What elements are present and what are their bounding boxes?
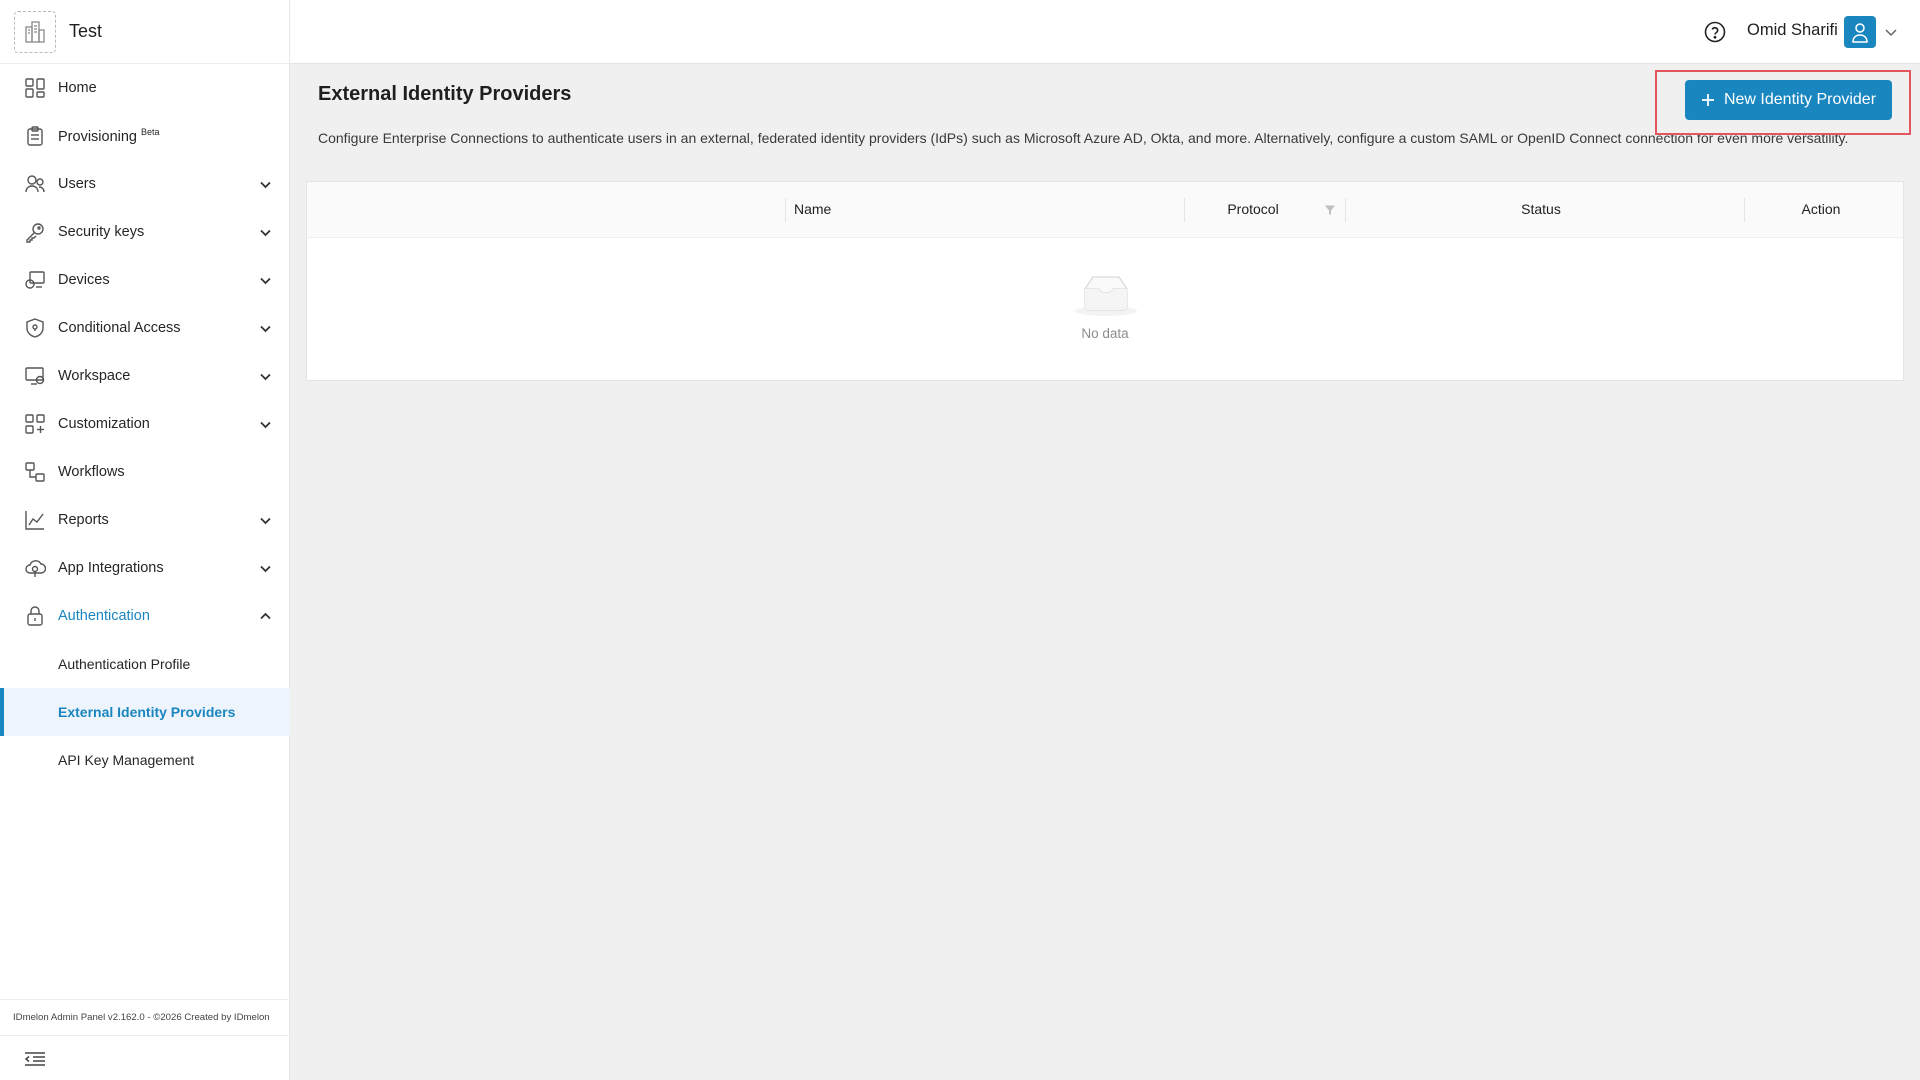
devices-icon (25, 271, 45, 289)
chevron-down-icon (260, 373, 271, 381)
org-header[interactable]: Test (0, 0, 289, 64)
sidebar-item-devices[interactable]: Devices (0, 256, 290, 304)
filter-icon[interactable] (1324, 204, 1336, 216)
sidebar-item-label: Devices (58, 272, 110, 288)
sidebar-footer: IDmelon Admin Panel v2.162.0 - ©2026 Cre… (0, 999, 290, 1035)
sidebar-item-workflows[interactable]: Workflows (0, 448, 290, 496)
users-icon (25, 175, 45, 193)
sidebar-item-label: Customization (58, 416, 150, 432)
sidebar-item-users[interactable]: Users (0, 160, 290, 208)
column-divider (785, 198, 786, 222)
sidebar-subitem-api-key-management[interactable]: API Key Management (0, 736, 290, 784)
clipboard-icon (27, 126, 43, 146)
sidebar-item-authentication[interactable]: Authentication (0, 592, 290, 640)
sidebar-item-provisioning[interactable]: Provisioning Beta (0, 112, 290, 160)
sidebar-item-label: Users (58, 176, 96, 192)
key-icon (26, 223, 44, 243)
home-icon (25, 78, 45, 98)
plus-icon (1701, 94, 1714, 106)
sidebar-item-app-integrations[interactable]: App Integrations (0, 544, 290, 592)
sidebar-nav: Home Provisioning Beta Users Security key… (0, 64, 290, 784)
sidebar: Test Home Provisioning Beta Users Securit… (0, 0, 290, 1080)
sidebar-subitem-label: Authentication Profile (58, 656, 191, 672)
user-icon (1852, 23, 1868, 43)
table-header: Name Protocol Status Action (307, 182, 1903, 238)
user-avatar[interactable] (1844, 16, 1876, 48)
chevron-down-icon (260, 517, 271, 525)
page-title: External Identity Providers (318, 83, 572, 105)
sidebar-item-label: Authentication (58, 608, 150, 624)
workflow-icon (25, 462, 45, 482)
column-header-status[interactable]: Status (1521, 201, 1561, 217)
help-icon[interactable] (1703, 20, 1727, 44)
chevron-down-icon (260, 229, 271, 237)
sidebar-item-workspace[interactable]: Workspace (0, 352, 290, 400)
page-description: Configure Enterprise Connections to auth… (318, 130, 1849, 146)
chevron-down-icon (260, 277, 271, 285)
sidebar-item-label: App Integrations (58, 560, 164, 576)
sidebar-item-label: Provisioning Beta (58, 127, 160, 145)
chevron-down-icon (260, 421, 271, 429)
sidebar-bottom (0, 1035, 290, 1080)
sidebar-subitem-label: API Key Management (58, 752, 195, 768)
sidebar-item-label: Workspace (58, 368, 131, 384)
collapse-menu-icon[interactable] (24, 1051, 46, 1067)
new-identity-provider-button[interactable]: New Identity Provider (1685, 80, 1892, 120)
user-name[interactable]: Omid Sharifi (1747, 21, 1838, 40)
sidebar-item-security-keys[interactable]: Security keys (0, 208, 290, 256)
sidebar-subitem-label: External Identity Providers (58, 704, 236, 720)
column-header-action: Action (1801, 201, 1841, 217)
new-identity-provider-label: New Identity Provider (1723, 91, 1877, 108)
empty-inbox-icon (1075, 276, 1137, 316)
workspace-icon (25, 367, 45, 385)
column-divider (1345, 198, 1346, 222)
cloud-icon (25, 560, 46, 577)
chevron-down-icon (260, 181, 271, 189)
org-name: Test (69, 21, 103, 41)
column-header-name[interactable]: Name (794, 201, 831, 217)
empty-state: No data (307, 238, 1903, 380)
sidebar-item-reports[interactable]: Reports (0, 496, 290, 544)
lock-icon (27, 606, 43, 626)
provisioning-label: Provisioning (58, 129, 137, 145)
customization-icon (25, 414, 45, 434)
sidebar-item-label: Home (58, 80, 97, 96)
column-header-protocol[interactable]: Protocol (1227, 201, 1278, 217)
empty-text: No data (1081, 326, 1129, 341)
column-divider (1184, 198, 1185, 222)
chart-icon (25, 511, 44, 530)
sidebar-item-conditional-access[interactable]: Conditional Access (0, 304, 290, 352)
beta-badge: Beta (141, 127, 160, 137)
identity-providers-table: Name Protocol Status Action No data (306, 181, 1904, 381)
shield-icon (26, 318, 44, 338)
org-logo-icon (14, 10, 56, 53)
sidebar-item-label: Workflows (58, 464, 125, 480)
sidebar-item-home[interactable]: Home (0, 64, 290, 112)
chevron-down-icon[interactable] (1884, 25, 1898, 39)
sidebar-item-customization[interactable]: Customization (0, 400, 290, 448)
sidebar-item-label: Conditional Access (58, 320, 181, 336)
column-divider (1744, 198, 1745, 222)
sidebar-subitem-external-identity-providers[interactable]: External Identity Providers (0, 688, 290, 736)
top-bar: Omid Sharifi (290, 0, 1920, 64)
sidebar-subitem-authentication-profile[interactable]: Authentication Profile (0, 640, 290, 688)
chevron-down-icon (260, 325, 271, 333)
sidebar-item-label: Reports (58, 512, 109, 528)
sidebar-item-label: Security keys (58, 224, 145, 240)
chevron-down-icon (260, 565, 271, 573)
chevron-up-icon (260, 612, 271, 620)
